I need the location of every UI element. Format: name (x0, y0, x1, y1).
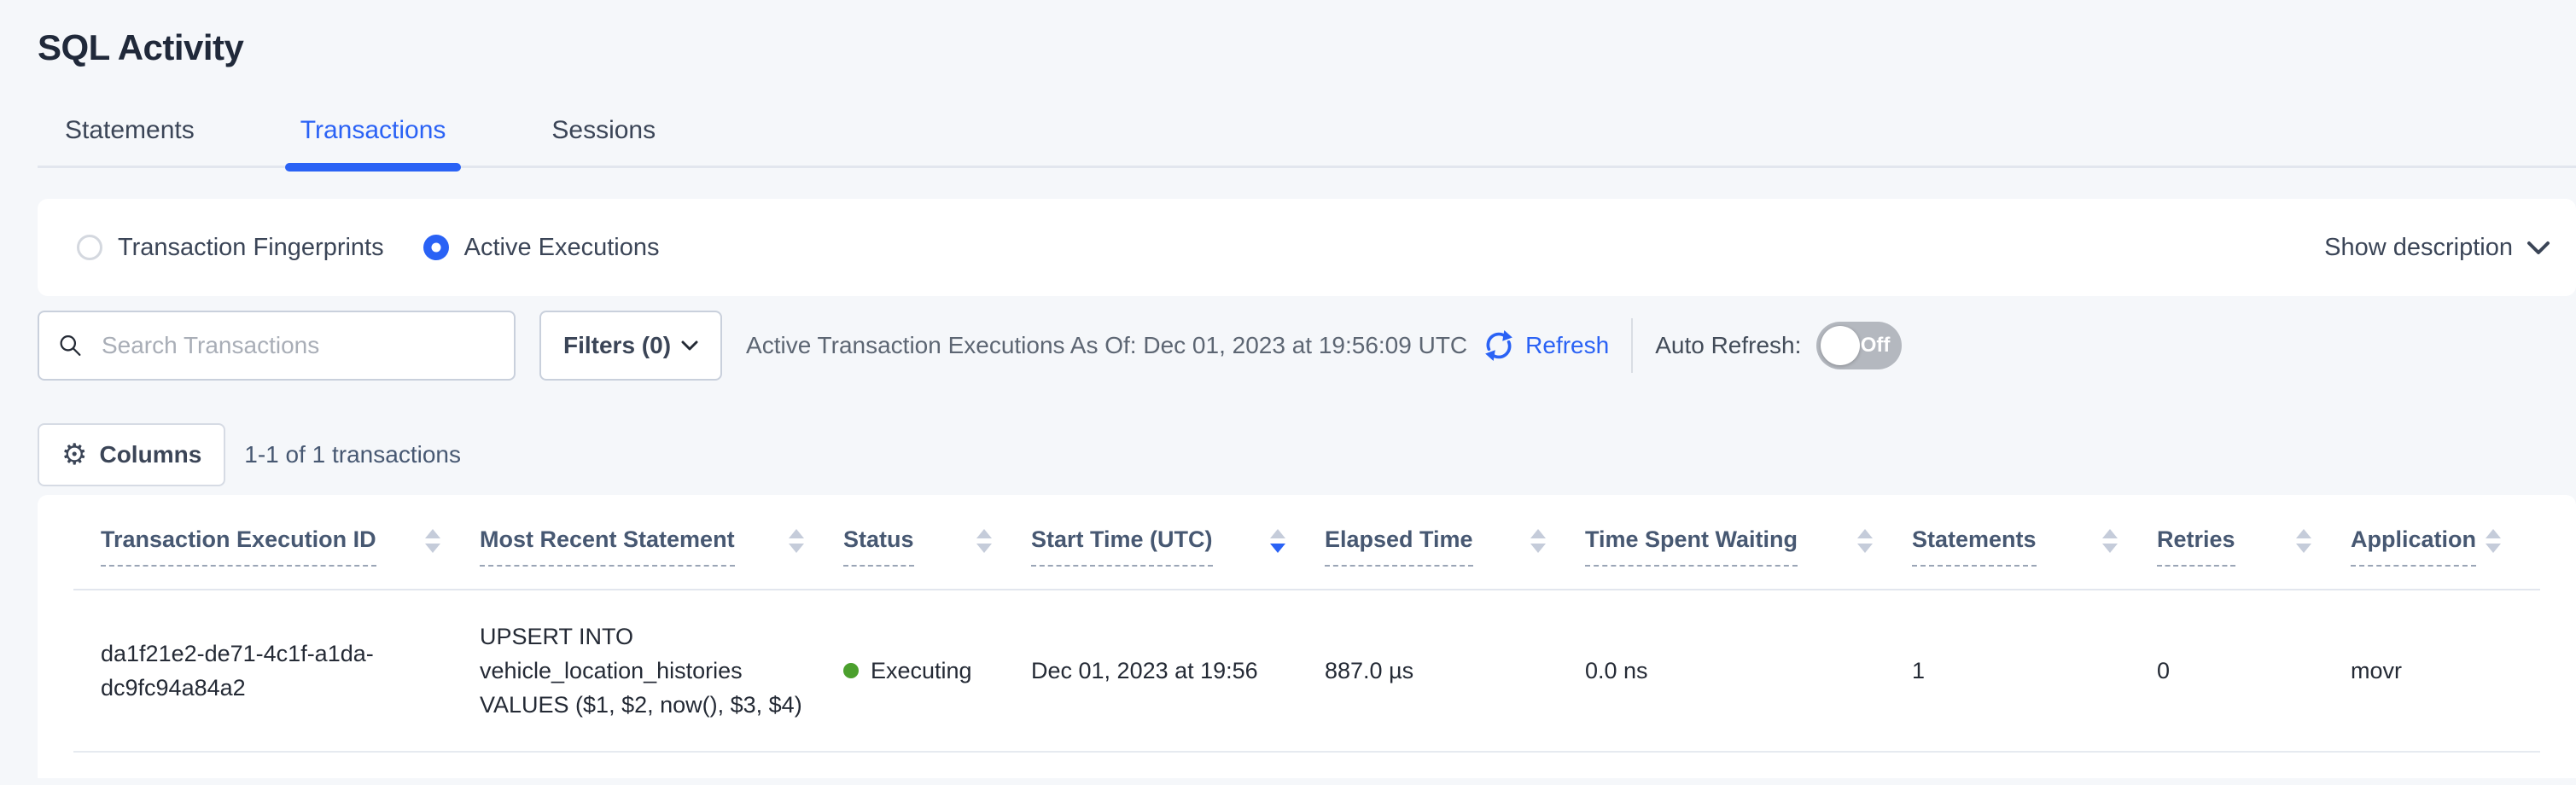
cell-time-spent-waiting: 0.0 ns (1585, 654, 1912, 688)
search-icon (58, 332, 83, 359)
table-header-row: Transaction Execution ID Most Recent Sta… (73, 495, 2540, 590)
column-header-application[interactable]: Application (2351, 526, 2540, 567)
search-box[interactable] (38, 311, 516, 381)
show-description-toggle[interactable]: Show description (2324, 234, 2550, 262)
status-label: Executing (871, 654, 972, 688)
radio-label: Transaction Fingerprints (118, 234, 384, 262)
auto-refresh-toggle[interactable]: Off (1816, 322, 1902, 369)
auto-refresh-label: Auto Refresh: (1655, 332, 1801, 359)
sort-arrows-icon[interactable] (1268, 527, 1287, 559)
table-row[interactable]: da1f21e2-de71-4c1f-a1da-dc9fc94a84a2 UPS… (73, 590, 2540, 753)
tab-bar: Statements Transactions Sessions (38, 116, 2576, 168)
column-header-start-time[interactable]: Start Time (UTC) (1031, 526, 1325, 567)
columns-label: Columns (99, 441, 201, 468)
column-header-retries[interactable]: Retries (2157, 526, 2351, 567)
as-of-text: Active Transaction Executions As Of: Dec… (746, 332, 1467, 359)
column-header-status[interactable]: Status (843, 526, 1031, 567)
tab-sessions[interactable]: Sessions (536, 116, 671, 166)
view-mode-card: Transaction Fingerprints Active Executio… (38, 199, 2576, 296)
toggle-state-label: Off (1861, 334, 1891, 358)
sql-activity-page: SQL Activity Statements Transactions Ses… (0, 0, 2576, 785)
chevron-down-icon (2526, 241, 2550, 255)
toggle-knob (1821, 326, 1860, 365)
column-header-most-recent-statement[interactable]: Most Recent Statement (480, 526, 843, 567)
page-title: SQL Activity (38, 26, 2576, 70)
sort-arrows-icon[interactable] (423, 527, 442, 559)
chevron-down-icon (681, 340, 698, 352)
column-header-elapsed-time[interactable]: Elapsed Time (1325, 526, 1585, 567)
search-input[interactable] (100, 331, 504, 360)
cell-application: movr (2351, 654, 2540, 688)
tab-transactions[interactable]: Transactions (285, 116, 462, 166)
gear-icon: ⚙ (61, 440, 87, 469)
radio-icon (77, 235, 102, 260)
radio-transaction-fingerprints[interactable]: Transaction Fingerprints (77, 234, 384, 262)
sort-arrows-icon[interactable] (787, 527, 806, 559)
column-header-time-spent-waiting[interactable]: Time Spent Waiting (1585, 526, 1912, 567)
cell-retries: 0 (2157, 654, 2351, 688)
column-header-transaction-execution-id[interactable]: Transaction Execution ID (101, 526, 480, 567)
sort-arrows-icon[interactable] (975, 527, 994, 559)
status-executing-icon (843, 663, 859, 678)
cell-transaction-execution-id[interactable]: da1f21e2-de71-4c1f-a1da-dc9fc94a84a2 (101, 637, 427, 705)
transactions-table-card: Transaction Execution ID Most Recent Sta… (38, 495, 2576, 778)
radio-active-executions[interactable]: Active Executions (423, 234, 660, 262)
cell-elapsed-time: 887.0 µs (1325, 654, 1585, 688)
filters-button[interactable]: Filters (0) (539, 311, 722, 381)
sort-arrows-icon[interactable] (2294, 527, 2313, 559)
column-header-statements[interactable]: Statements (1912, 526, 2157, 567)
sort-arrows-icon[interactable] (1529, 527, 1547, 559)
tab-statements[interactable]: Statements (50, 116, 210, 166)
table-controls: ⚙ Columns 1-1 of 1 transactions (38, 423, 2576, 486)
cell-start-time: Dec 01, 2023 at 19:56 (1031, 654, 1325, 688)
toolbar: Filters (0) Active Transaction Execution… (38, 311, 2576, 381)
sort-arrows-icon[interactable] (1856, 527, 1874, 559)
refresh-label: Refresh (1525, 332, 1609, 359)
sort-arrows-icon[interactable] (2484, 527, 2503, 559)
sort-arrows-icon[interactable] (2101, 527, 2119, 559)
columns-button[interactable]: ⚙ Columns (38, 423, 225, 486)
cell-most-recent-statement: UPSERT INTO vehicle_location_histories V… (480, 619, 843, 722)
transactions-table: Transaction Execution ID Most Recent Sta… (73, 495, 2540, 753)
divider (1631, 318, 1633, 373)
cell-status: Executing (843, 654, 1031, 688)
refresh-icon (1483, 329, 1515, 362)
show-description-label: Show description (2324, 234, 2513, 262)
cell-statements: 1 (1912, 654, 2157, 688)
radio-icon (423, 235, 449, 260)
result-count: 1-1 of 1 transactions (244, 441, 461, 468)
filters-label: Filters (0) (563, 332, 671, 359)
refresh-button[interactable]: Refresh (1483, 329, 1609, 362)
radio-label: Active Executions (464, 234, 660, 262)
